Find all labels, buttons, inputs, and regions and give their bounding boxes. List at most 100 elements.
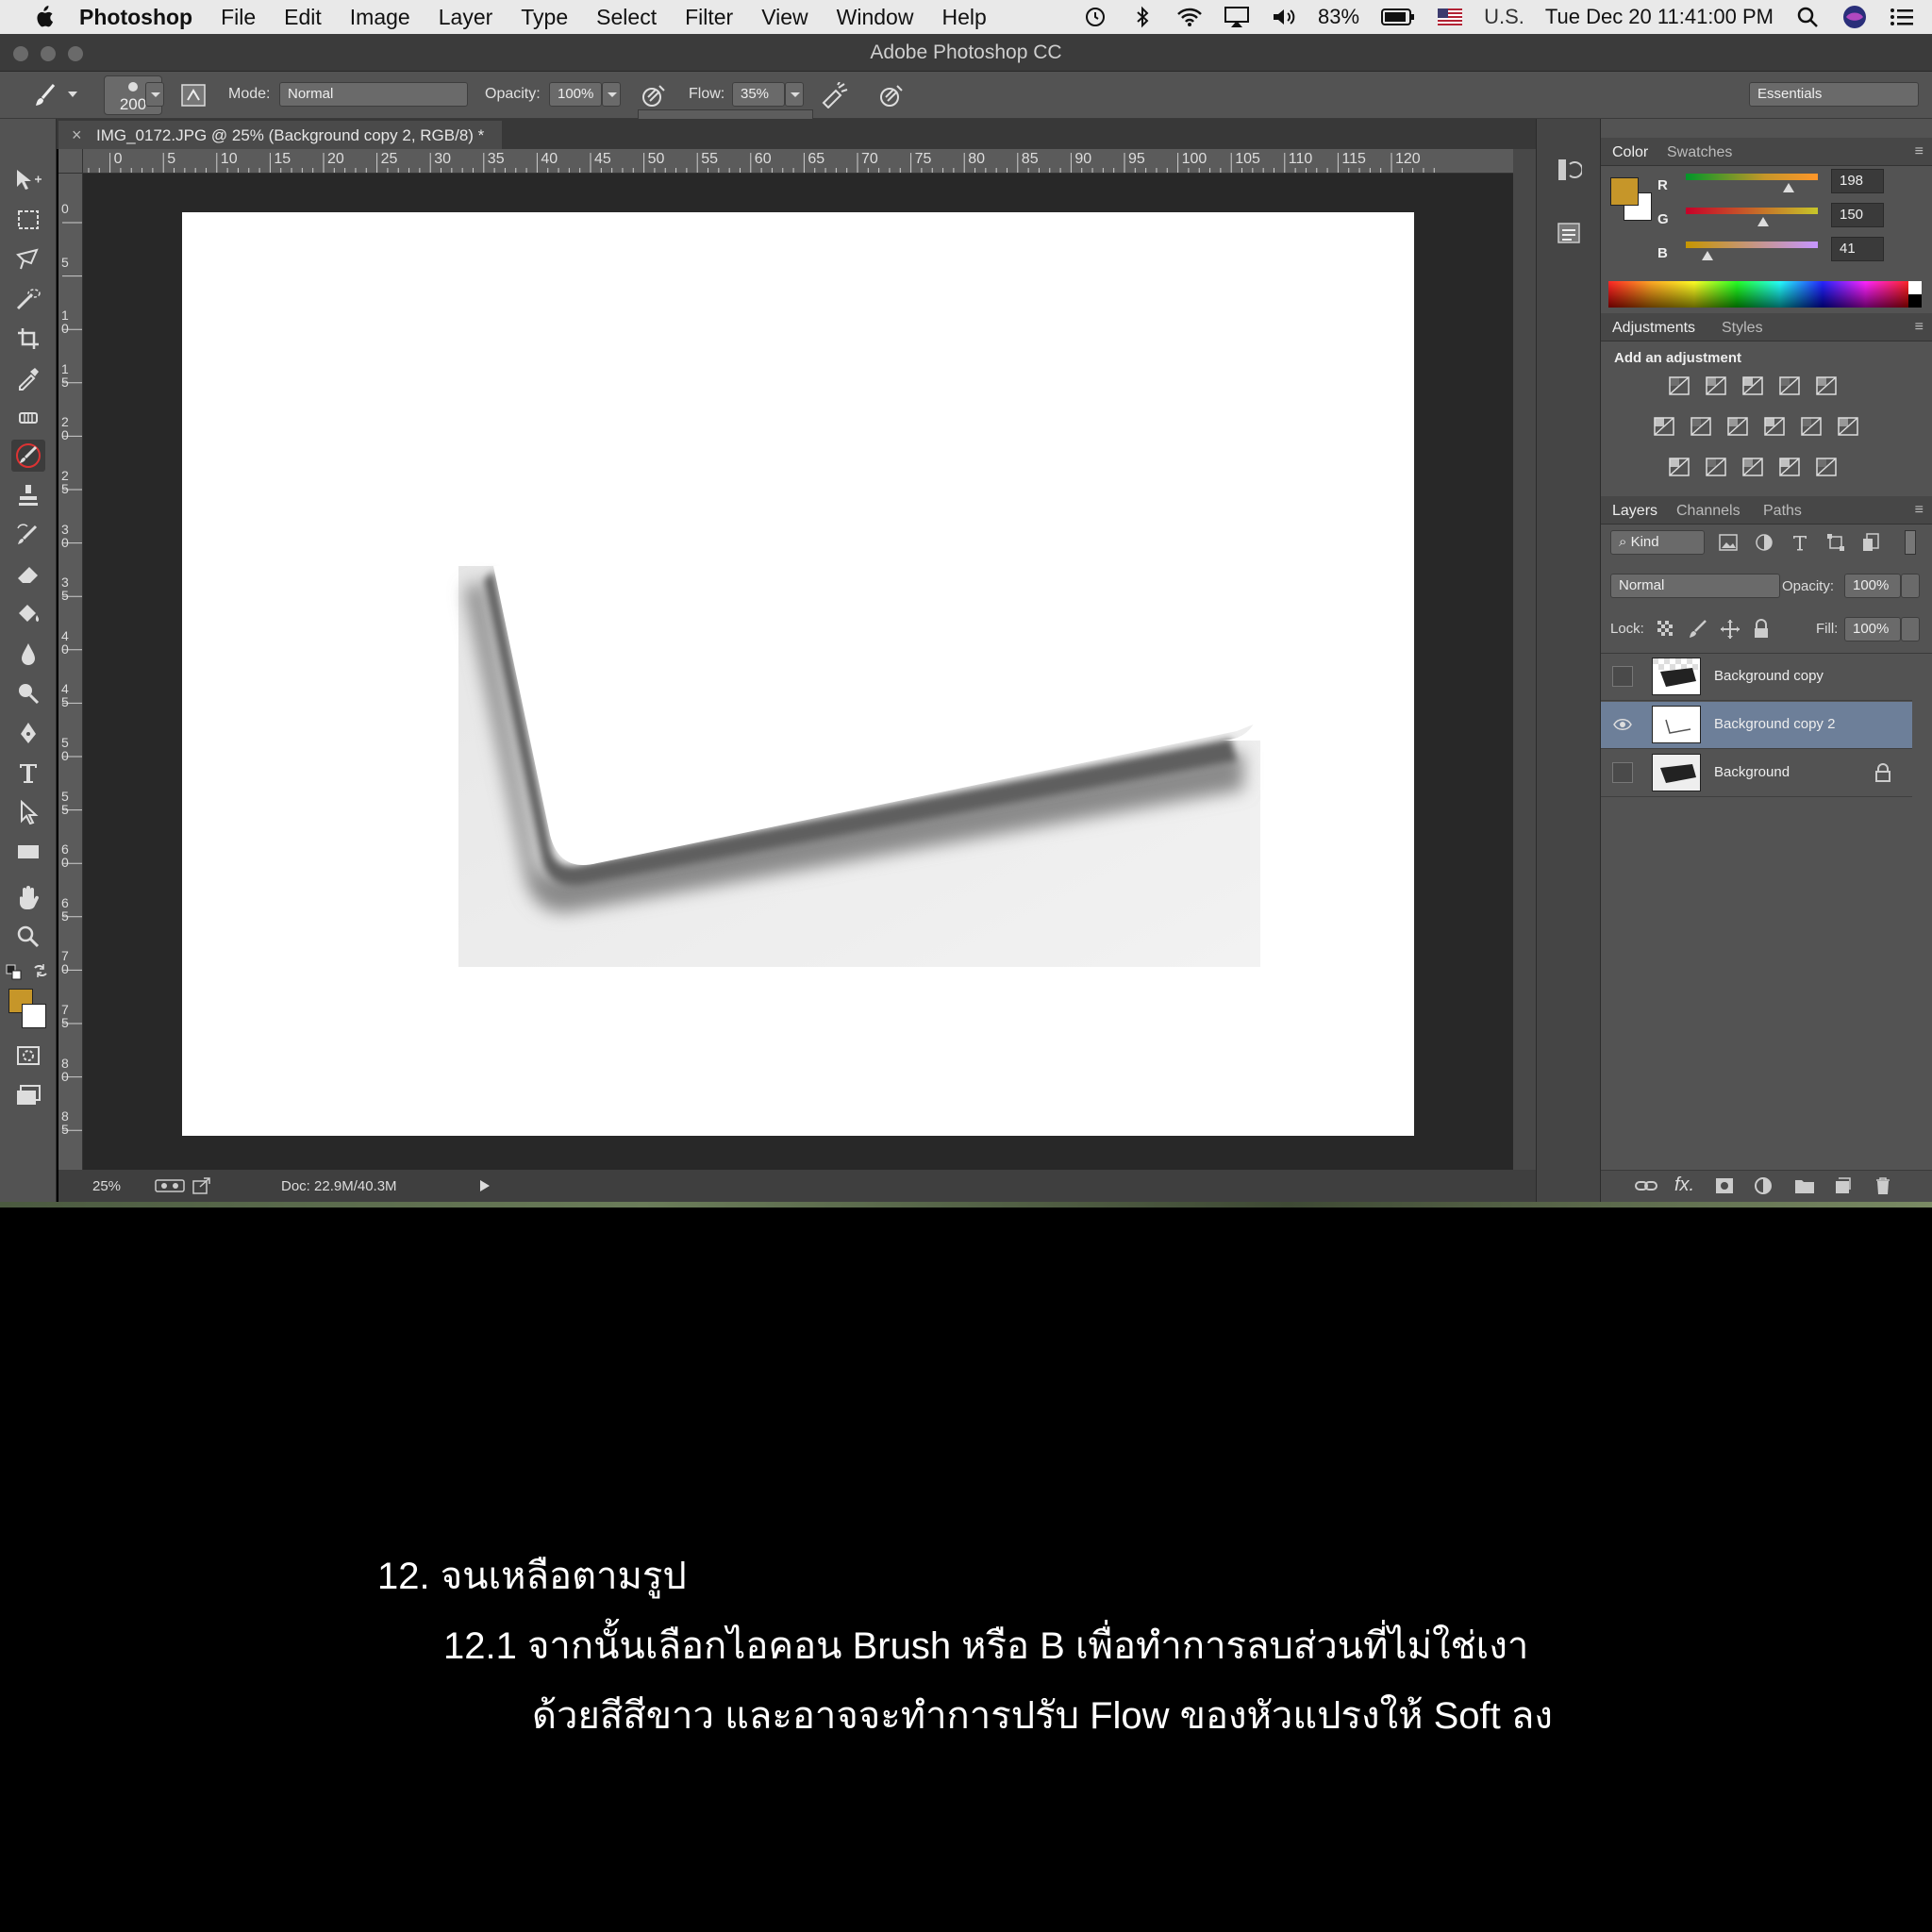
tab-layers[interactable]: Layers [1604,496,1666,527]
menu-window[interactable]: Window [837,5,914,30]
document-canvas[interactable] [182,212,1414,1136]
tab-styles[interactable]: Styles [1722,320,1763,337]
color-balance-icon[interactable] [1687,414,1715,439]
history-brush-tool-icon[interactable] [11,519,45,551]
new-layer-icon[interactable] [1833,1176,1852,1200]
close-document-icon[interactable]: × [72,125,82,145]
invert-icon[interactable] [1665,455,1693,479]
menu-edit[interactable]: Edit [284,5,322,30]
channel-mixer-icon[interactable] [1797,414,1825,439]
photo-filter-icon[interactable] [1760,414,1789,439]
layer-fill-input[interactable]: 100% [1844,617,1901,641]
move-tool-icon[interactable] [11,164,45,196]
airbrush-icon[interactable] [821,81,849,109]
spectrum-black-chip[interactable] [1908,294,1922,308]
zoom-level[interactable]: 25% [92,1178,121,1194]
adjustments-panel-menu-icon[interactable]: ≡ [1915,319,1924,336]
filter-smart-objects-icon[interactable] [1861,532,1882,558]
ruler-origin[interactable] [58,149,83,174]
channel-value-r[interactable]: 198 [1831,169,1884,193]
layer-name[interactable]: Background copy 2 [1714,716,1835,732]
wifi-icon[interactable] [1176,6,1203,28]
crop-tool-icon[interactable] [11,323,45,355]
vibrance-icon[interactable] [1812,374,1840,398]
flow-input[interactable]: 35% [732,82,785,107]
pen-tool-icon[interactable] [11,717,45,749]
layer-opacity-dropdown[interactable] [1901,574,1920,598]
lasso-tool-icon[interactable] [11,243,45,275]
delete-layer-trash-icon[interactable] [1874,1176,1891,1200]
add-layer-mask-icon[interactable] [1714,1176,1735,1200]
blend-mode-select[interactable]: Normal [279,82,468,107]
status-menu-arrow-icon[interactable] [479,1179,491,1196]
us-flag-icon[interactable] [1437,6,1463,28]
battery-icon[interactable] [1380,6,1416,28]
bluetooth-icon[interactable] [1129,6,1156,28]
layers-panel-menu-icon[interactable]: ≡ [1915,502,1924,519]
paint-bucket-tool-icon[interactable] [11,598,45,630]
tab-swatches[interactable]: Swatches [1667,144,1732,161]
selective-color-icon[interactable] [1775,455,1804,479]
eyedropper-tool-icon[interactable] [11,362,45,394]
menu-filter[interactable]: Filter [685,5,733,30]
menu-file[interactable]: File [221,5,256,30]
background-color-swatch[interactable] [22,1004,46,1028]
filter-type-layers-icon[interactable] [1790,532,1810,558]
channel-slider-thumb-r[interactable] [1782,183,1794,192]
brush-tool-icon[interactable] [11,440,45,472]
new-adjustment-layer-icon[interactable] [1754,1176,1774,1202]
path-selection-tool-icon[interactable] [11,796,45,828]
canvas-pasteboard[interactable] [83,174,1513,1170]
layer-thumbnail[interactable] [1652,706,1701,743]
layer-row[interactable]: Background [1601,750,1912,797]
layer-visibility-toggle[interactable] [1612,714,1633,735]
brightness-contrast-icon[interactable] [1665,374,1693,398]
tab-adjustments[interactable]: Adjustments [1604,313,1704,344]
exposure-icon[interactable] [1775,374,1804,398]
flow-dropdown[interactable] [785,82,804,107]
channel-slider-g[interactable] [1686,208,1818,214]
layer-blend-mode-select[interactable]: Normal [1610,574,1780,598]
layer-row[interactable]: Background copy [1601,654,1912,701]
hand-tool-icon[interactable] [11,881,45,913]
quick-mask-icon[interactable] [11,1040,45,1072]
layer-style-fx-icon[interactable]: fx. [1674,1174,1694,1196]
rectangle-tool-icon[interactable] [11,836,45,868]
color-lookup-icon[interactable] [1834,414,1862,439]
clone-stamp-tool-icon[interactable] [11,479,45,511]
healing-brush-tool-icon[interactable] [11,402,45,434]
history-panel-icon[interactable] [1556,157,1584,188]
vertical-ruler[interactable]: 0 5 1 0 1 5 2 0 2 5 3 0 3 5 4 0 4 5 5 0 5 5 6 0 6 5 7 … [58,174,83,1170]
spectrum-white-chip[interactable] [1908,281,1922,294]
zoom-tool-icon[interactable] [11,921,45,953]
curves-icon[interactable] [1739,374,1767,398]
menu-view[interactable]: View [761,5,808,30]
layer-row[interactable]: Background copy 2 [1601,702,1912,749]
threshold-icon[interactable] [1739,455,1767,479]
menu-image[interactable]: Image [350,5,410,30]
hue-saturation-icon[interactable] [1650,414,1678,439]
menu-select[interactable]: Select [596,5,657,30]
eraser-tool-icon[interactable] [11,558,45,591]
default-colors-icon[interactable] [6,964,23,986]
rectangular-marquee-tool-icon[interactable] [11,204,45,236]
channel-slider-b[interactable] [1686,242,1818,248]
share-icon[interactable] [192,1177,211,1198]
opacity-input[interactable]: 100% [549,82,602,107]
volume-icon[interactable] [1271,6,1297,28]
layer-visibility-toggle[interactable] [1612,666,1633,687]
pressure-opacity-icon[interactable] [640,81,668,109]
color-spectrum-ramp[interactable] [1608,281,1908,308]
channel-value-g[interactable]: 150 [1831,203,1884,227]
quick-selection-tool-icon[interactable] [11,283,45,315]
notification-center-icon[interactable] [1889,6,1915,28]
horizontal-ruler[interactable]: 5051015202530354045505560657075808590951… [83,149,1513,174]
filter-adjustment-layers-icon[interactable] [1754,532,1774,558]
tab-channels[interactable]: Channels [1676,503,1740,520]
channel-slider-r[interactable] [1686,174,1818,180]
filter-shape-layers-icon[interactable] [1825,532,1846,558]
canvas-vertical-scrollbar[interactable] [1513,149,1536,1170]
tool-preset-dropdown-icon[interactable] [66,81,79,109]
layer-filter-kind-select[interactable]: ⌕ Kind [1610,530,1705,555]
workspace-switcher[interactable]: Essentials [1749,82,1919,107]
